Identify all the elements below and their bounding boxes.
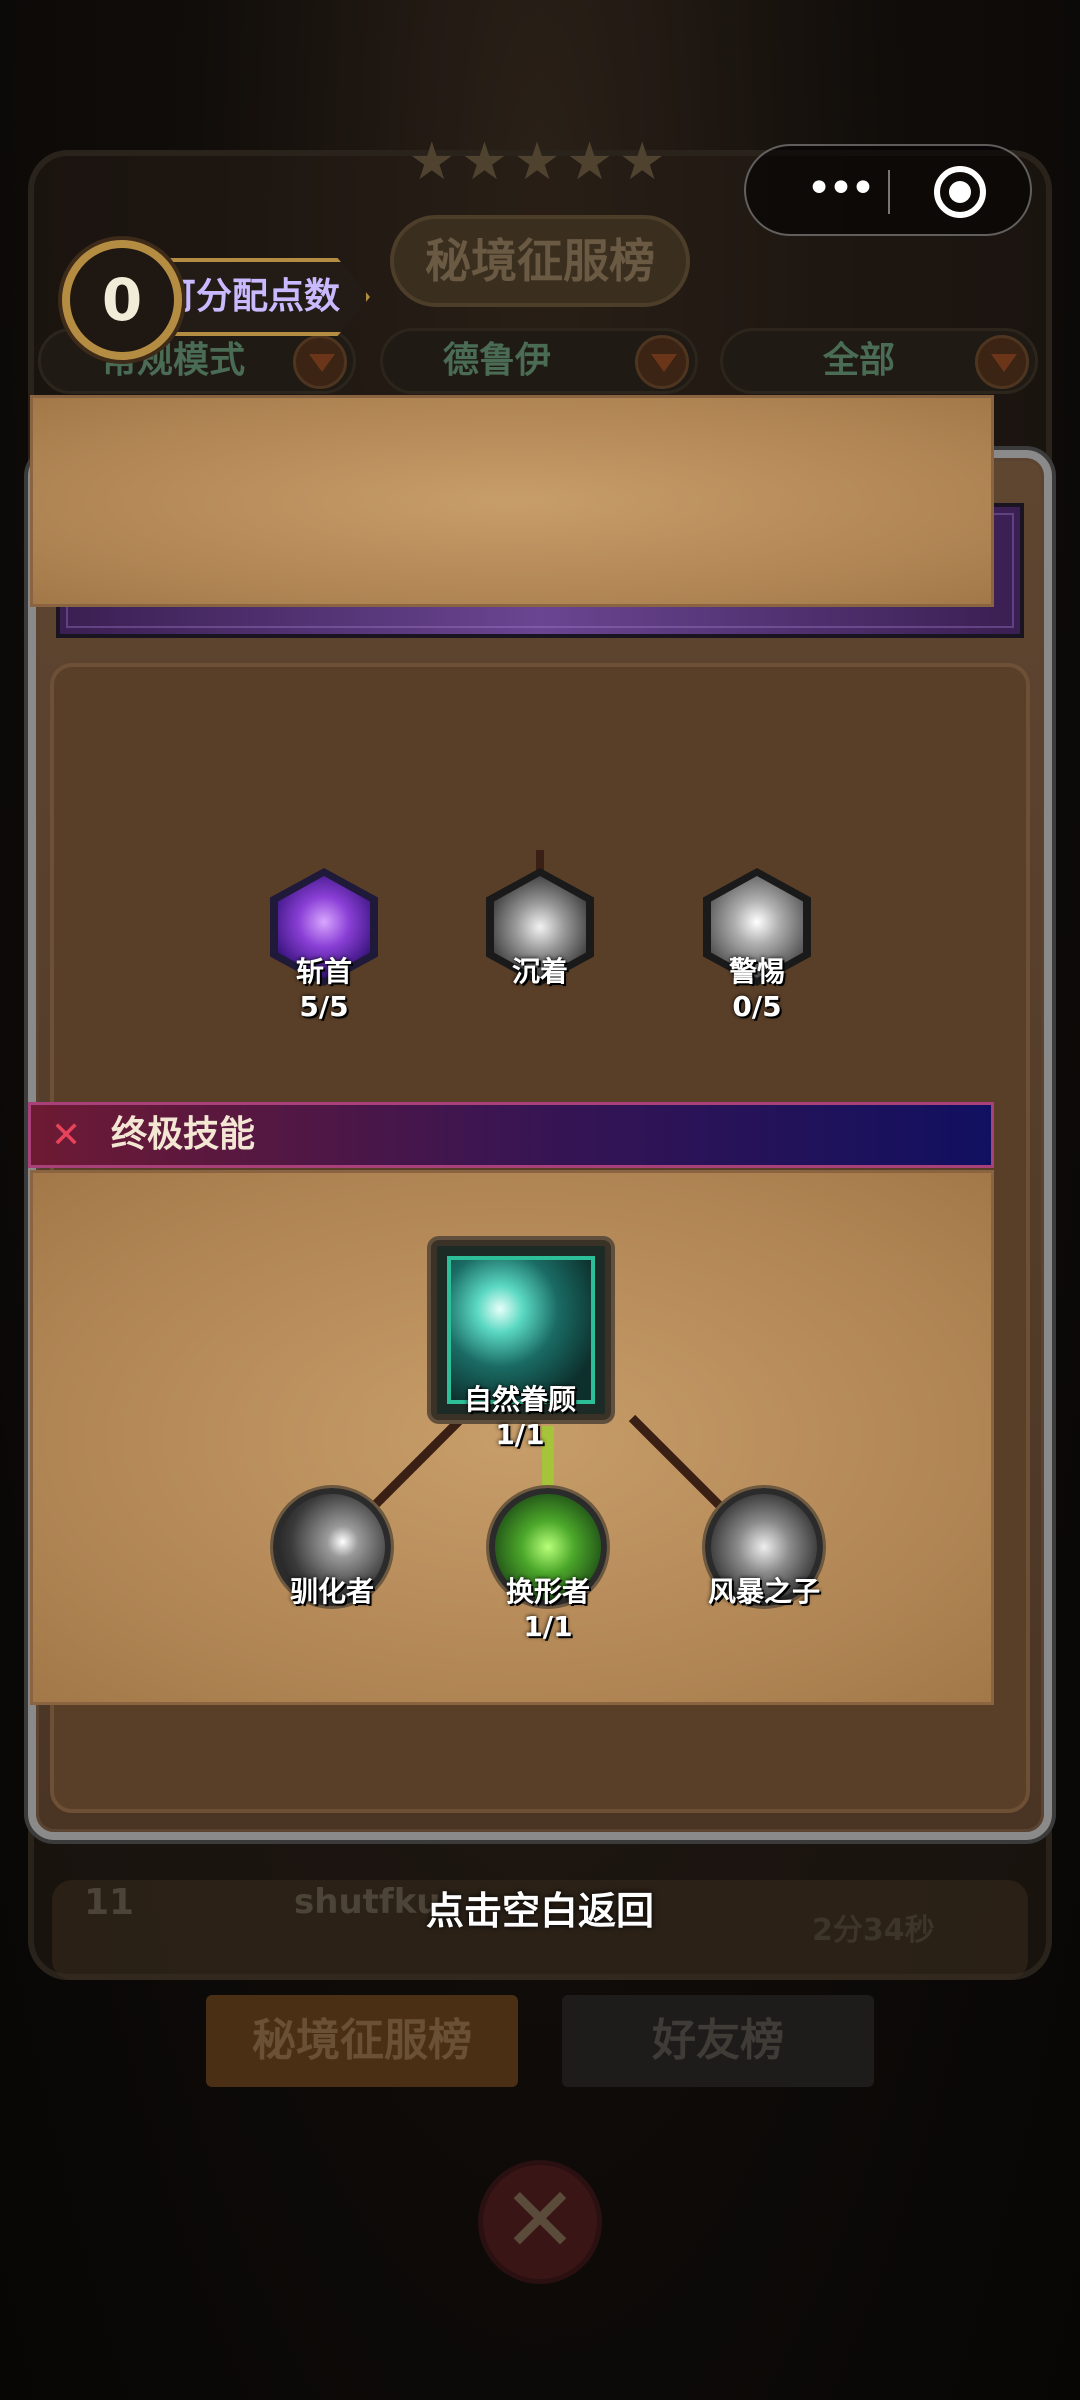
class-filter-label: 德鲁伊 (443, 340, 552, 381)
tab-conquest-board: 秘境征服榜 (206, 1995, 518, 2087)
talent-decapitate[interactable]: 斩首 5/5 (264, 868, 384, 1023)
talent-name: 驯化者 (289, 1575, 374, 1608)
dropdown-arrow-icon (975, 335, 1029, 389)
ultimate-section-header: ✕ 终极技能 (28, 1102, 994, 1168)
talent-name: 沉着 (511, 955, 568, 988)
crossed-swords-emblem-icon (478, 2160, 602, 2284)
talent-rank: 0/5 (732, 990, 782, 1023)
talent-vigilance[interactable]: 警惕 0/5 (697, 868, 817, 1023)
talent-shapeshifter[interactable]: 换形者 1/1 (488, 1488, 608, 1643)
available-points-value: 0 (101, 266, 143, 334)
rating-stars: ★★★★★ (408, 132, 672, 192)
ultimate-rank: 1/1 (495, 1418, 545, 1451)
class-filter: 德鲁伊 (380, 328, 698, 394)
ultimate-section-label: 终极技能 (111, 1114, 256, 1155)
miniprogram-capsule: ••• (744, 144, 1032, 236)
capsule-divider (888, 170, 890, 214)
talent-row-panel (30, 395, 994, 607)
available-points-label: 可分配点数 (160, 276, 341, 317)
talent-composure[interactable]: 沉着 (480, 868, 600, 990)
tap-blank-to-return-hint[interactable]: 点击空白返回 (0, 1880, 1080, 1935)
leaderboard-title: 秘境征服榜 (390, 215, 690, 307)
tab-friends-board: 好友榜 (562, 1995, 874, 2087)
talent-name: 风暴之子 (707, 1575, 820, 1608)
ultimate-name: 自然眷顾 (463, 1383, 576, 1416)
talent-name: 警惕 (728, 955, 785, 988)
more-menu-icon[interactable]: ••• (784, 166, 894, 216)
talent-name: 斩首 (295, 955, 352, 988)
talent-name: 换形者 (505, 1575, 590, 1608)
crossed-blades-icon: ✕ (51, 1115, 82, 1156)
dropdown-arrow-icon (293, 335, 347, 389)
dropdown-arrow-icon (635, 335, 689, 389)
talent-rank: 1/1 (523, 1610, 573, 1643)
scope-filter-label: 全部 (823, 340, 896, 381)
talent-storm-child[interactable]: 风暴之子 (704, 1488, 824, 1610)
talent-rank: 5/5 (299, 990, 349, 1023)
close-miniprogram-icon[interactable] (934, 166, 986, 218)
available-points-badge: 0 (62, 240, 182, 360)
scope-filter: 全部 (720, 328, 1038, 394)
talent-tamer[interactable]: 驯化者 (272, 1488, 392, 1610)
